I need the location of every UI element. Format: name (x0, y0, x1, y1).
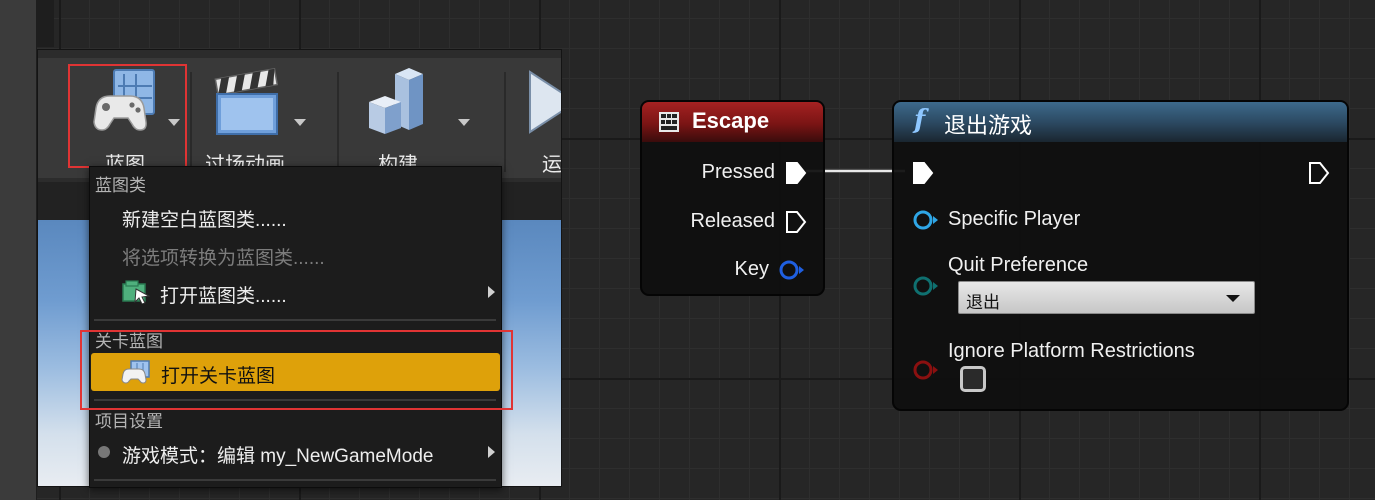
function-icon: f (914, 105, 926, 135)
exec-out-pin-icon[interactable] (1308, 161, 1330, 185)
specific-player-pin-label: Specific Player (948, 208, 1081, 230)
enum-pin-icon[interactable] (912, 274, 940, 298)
dropdown-value: 退出 (966, 293, 1000, 312)
released-pin-label: Released (690, 210, 775, 232)
quit-preference-dropdown[interactable]: 退出 (958, 281, 1255, 314)
exec-pin-icon[interactable] (785, 210, 807, 234)
ignore-restrictions-pin-label: Ignore Platform Restrictions (948, 340, 1195, 362)
node-title: 退出游戏 (944, 113, 1033, 138)
ignore-restrictions-checkbox[interactable] (960, 366, 986, 392)
key-struct-pin-icon[interactable] (778, 258, 806, 282)
node-title: Escape (692, 108, 770, 133)
node-header: f 退出游戏 (894, 102, 1347, 142)
escape-key-event-node[interactable]: Escape Pressed Released Key (640, 100, 825, 296)
exec-in-pin-icon[interactable] (912, 161, 934, 185)
exec-pin-icon[interactable] (785, 161, 807, 185)
keyboard-key-icon (659, 112, 679, 132)
key-pin-label: Key (734, 258, 769, 280)
quit-preference-pin-label: Quit Preference (948, 254, 1089, 276)
bool-pin-icon[interactable] (912, 358, 940, 382)
node-header: Escape (642, 102, 823, 142)
chevron-down-icon (1226, 295, 1240, 302)
quit-game-function-node[interactable]: f 退出游戏 Specific Player Quit Preference 退… (892, 100, 1349, 411)
object-pin-icon[interactable] (912, 208, 940, 232)
pressed-pin-label: Pressed (701, 161, 775, 183)
